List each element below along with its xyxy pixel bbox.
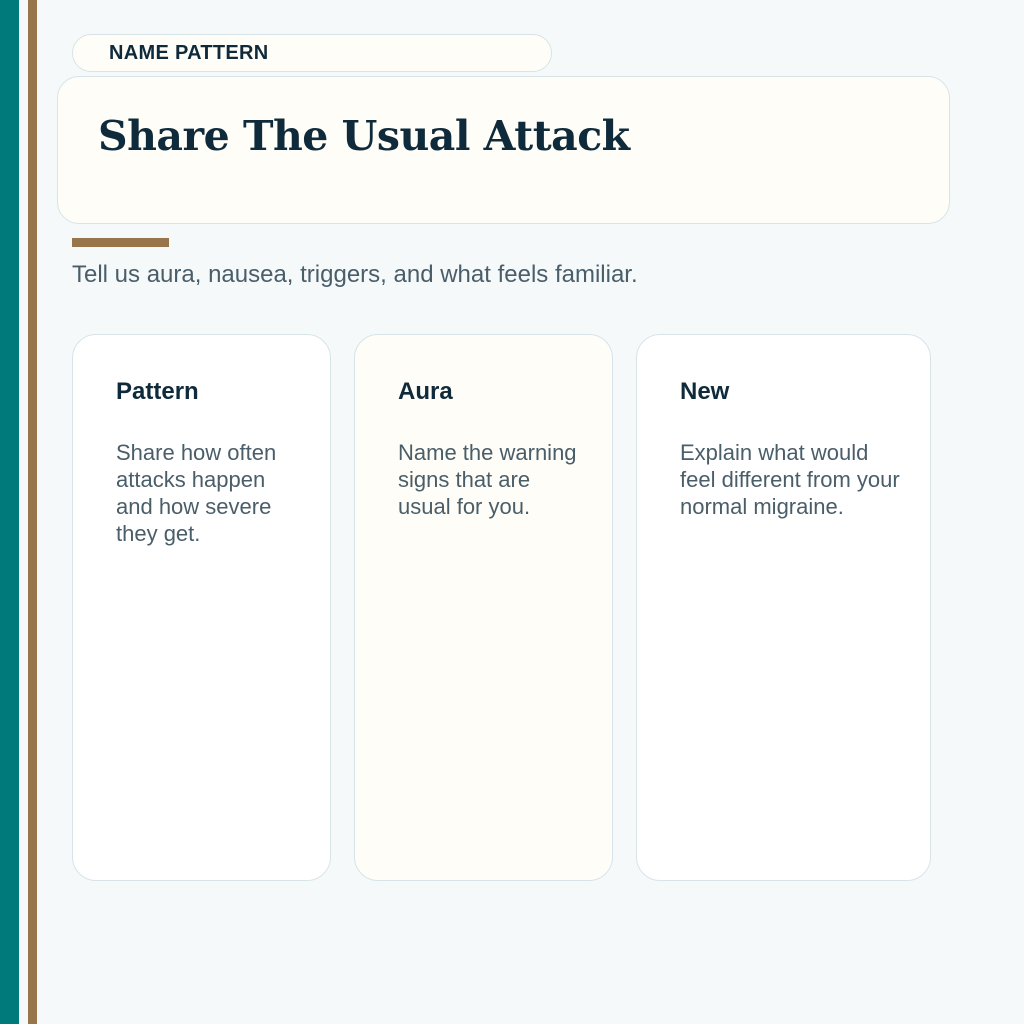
left-rail-brown — [28, 0, 37, 1024]
card-title: Aura — [398, 378, 453, 405]
left-rail-teal — [0, 0, 19, 1024]
page-subtitle: Tell us aura, nausea, triggers, and what… — [72, 261, 638, 288]
hero-panel: Share The Usual Attack — [57, 76, 950, 224]
page-title: Share The Usual Attack — [98, 112, 630, 160]
eyebrow-label: NAME PATTERN — [72, 34, 552, 72]
card-body: Share how often attacks happen and how s… — [116, 440, 277, 546]
card-body: Explain what would feel different from y… — [680, 440, 900, 519]
card-title: New — [680, 378, 730, 405]
accent-divider — [72, 238, 169, 247]
card-pattern: Pattern Share how often attacks happen a… — [72, 334, 331, 881]
card-new: New Explain what would feel different fr… — [636, 334, 931, 881]
card-aura: Aura Name the warning signs that are usu… — [354, 334, 613, 881]
card-title: Pattern — [116, 378, 199, 405]
card-body: Name the warning signs that are usual fo… — [398, 440, 577, 519]
